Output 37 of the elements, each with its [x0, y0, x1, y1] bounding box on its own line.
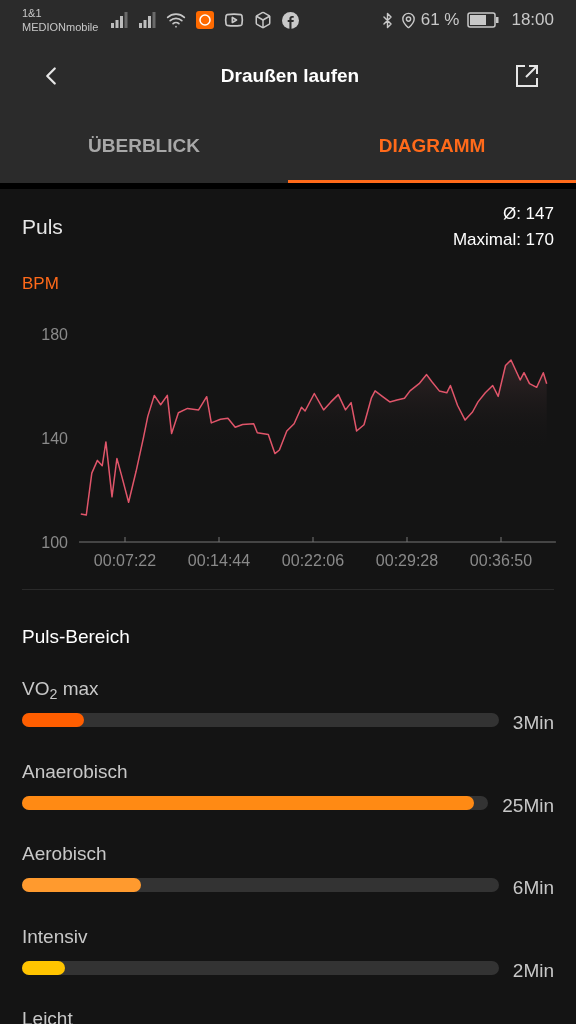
maximum-value: Maximal: 170 — [452, 229, 554, 251]
carrier-name: 1&1 — [22, 6, 43, 20]
carrier-name: MEDIONmobile — [22, 20, 99, 34]
signal-icon — [110, 12, 129, 28]
video-icon — [224, 10, 245, 30]
battery-percent: 61 % — [420, 9, 460, 32]
app-icon — [196, 11, 215, 29]
zone-duration: 2Min — [512, 958, 554, 983]
zone-label: Aerobisch — [22, 842, 108, 866]
wifi-icon — [166, 10, 187, 30]
share-button[interactable] — [514, 63, 540, 89]
signal-icon — [138, 12, 157, 28]
y-tick-label: 180 — [41, 325, 68, 343]
average-value: Ø: 147 — [502, 203, 554, 225]
tab[interactable]: ÜBERBLICK — [0, 112, 288, 183]
x-tick-label: 00:36:50 — [469, 551, 533, 569]
section-title: Puls — [22, 214, 63, 240]
zone-label: VO$_{2}$ max — [22, 677, 100, 701]
section-title: Puls-Bereich — [22, 624, 131, 649]
x-tick-label: 00:22:06 — [281, 551, 345, 569]
x-tick-label: 00:14:44 — [187, 551, 251, 569]
x-tick-label: 00:29:28 — [375, 551, 439, 569]
zone-duration: 25Min — [502, 793, 554, 818]
x-tick-label: 00:07:22 — [93, 551, 157, 569]
axis-unit: BPM — [22, 273, 60, 295]
clock: 18:00 — [511, 9, 554, 32]
location-icon — [399, 11, 417, 29]
y-tick-label: 100 — [41, 533, 68, 551]
zone-label: Intensiv — [22, 924, 89, 949]
screen-title: Draußen laufen — [219, 63, 361, 88]
battery-icon — [467, 12, 500, 28]
social-icon — [282, 11, 300, 29]
zone-duration: 3Min — [512, 711, 554, 735]
zone-duration: 6Min — [512, 876, 554, 900]
box-icon — [254, 11, 273, 29]
zone-label: Anaerobisch — [22, 759, 129, 784]
y-tick-label: 140 — [41, 429, 68, 447]
